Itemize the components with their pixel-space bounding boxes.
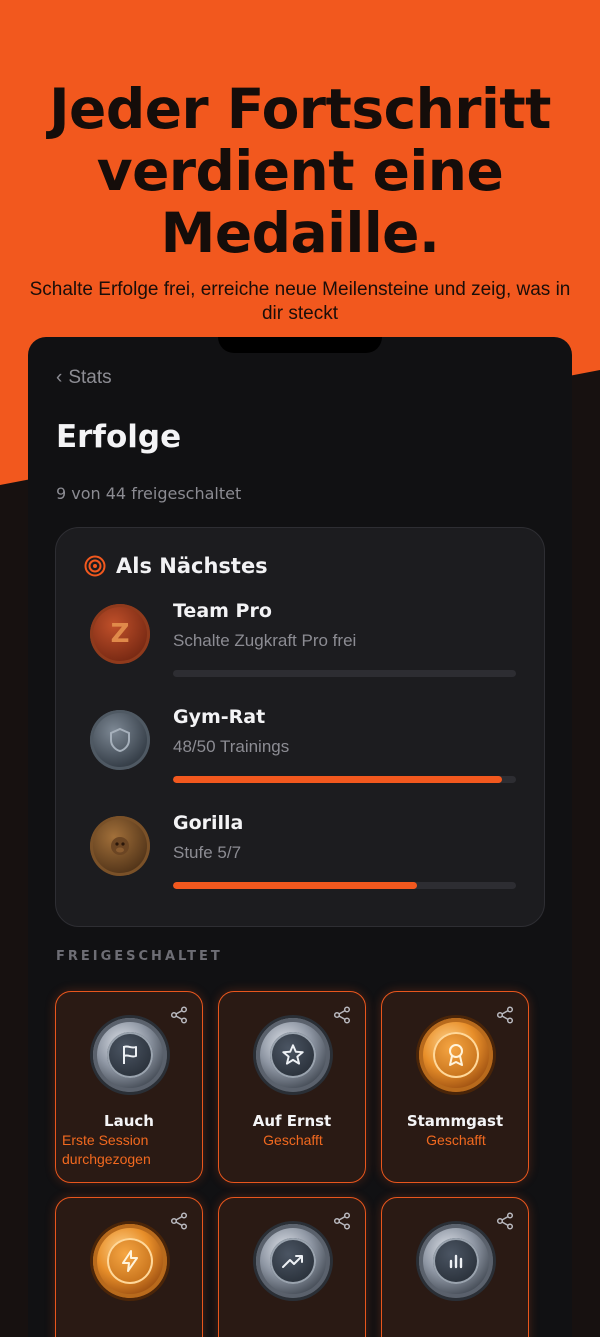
next-item[interactable]: Z Team Pro Schalte Zugkraft Pro frei: [84, 600, 524, 690]
share-icon[interactable]: [170, 1212, 188, 1230]
page-title: Erfolge: [56, 419, 182, 455]
progress-fill: [173, 882, 417, 889]
share-icon[interactable]: [496, 1212, 514, 1230]
target-icon: [84, 555, 106, 577]
silver-medal: [93, 1018, 167, 1092]
share-icon[interactable]: [496, 1006, 514, 1024]
achievement-tile-auf-ernst[interactable]: Auf Ernst Geschafft: [218, 991, 366, 1183]
tile-name: Auf Ernst: [252, 1112, 332, 1130]
flag-icon: [123, 1045, 137, 1064]
next-item-name: Gorilla: [173, 812, 244, 834]
trend-up-icon: [282, 1255, 303, 1268]
next-item-name: Team Pro: [173, 600, 272, 622]
zugkraft-medal-icon: Z: [90, 604, 150, 664]
headline: Jeder Fortschritt verdient eine Medaille…: [0, 78, 600, 264]
chevron-left-icon: ‹: [56, 367, 63, 388]
tile-name: Lauch: [104, 1112, 154, 1130]
achievement-tile[interactable]: [381, 1197, 529, 1337]
back-label: Stats: [68, 367, 112, 388]
bar-chart-icon: [449, 1254, 463, 1269]
progress-fill: [173, 776, 503, 783]
gorilla-icon: [111, 837, 129, 855]
next-item-desc: 48/50 Trainings: [173, 737, 290, 756]
gold-medal: [93, 1224, 167, 1298]
achievement-tile[interactable]: [218, 1197, 366, 1337]
next-item-name: Gym-Rat: [173, 706, 266, 728]
next-heading: Als Nächstes: [116, 554, 268, 578]
section-label-unlocked: FREIGESCHALTET: [56, 949, 223, 964]
next-item-desc: Stufe 5/7: [173, 843, 242, 862]
tile-subtitle: Geschafft: [426, 1132, 486, 1148]
shield-medal-icon: [90, 710, 150, 770]
next-item[interactable]: Gym-Rat 48/50 Trainings: [84, 706, 524, 796]
phone-screen: ‹ Stats Erfolge 9 von 44 freigeschaltet A…: [28, 337, 572, 1337]
share-icon[interactable]: [333, 1006, 351, 1024]
tile-subtitle: Geschafft: [263, 1132, 323, 1148]
headline-line-2: verdient eine: [96, 139, 504, 203]
next-achievements-card: Als Nächstes Z Team Pro Schalte Zugkraft…: [55, 527, 545, 927]
progress-bar: [173, 776, 516, 783]
subline: Schalte Erfolge frei, erreiche neue Meil…: [29, 279, 571, 324]
achievement-tile[interactable]: [55, 1197, 203, 1337]
medal-letter: Z: [110, 619, 130, 649]
silver-medal: [256, 1018, 330, 1092]
achievement-tile-lauch[interactable]: Lauch Erste Session durchgezogen: [55, 991, 203, 1183]
progress-bar: [173, 670, 516, 677]
gold-medal: [419, 1018, 493, 1092]
tile-subtitle: Erste Session durchgezogen: [62, 1132, 151, 1167]
share-icon[interactable]: [333, 1212, 351, 1230]
lightning-icon: [122, 1250, 138, 1272]
share-icon[interactable]: [170, 1006, 188, 1024]
silver-medal: [419, 1224, 493, 1298]
tile-name: Stammgast: [406, 1112, 504, 1130]
shield-icon: [110, 727, 130, 753]
star-icon: [282, 1044, 304, 1065]
next-item[interactable]: Gorilla Stufe 5/7: [84, 812, 524, 902]
phone-notch: [218, 337, 382, 353]
gorilla-medal-icon: [90, 816, 150, 876]
ribbon-icon: [449, 1044, 463, 1066]
unlocked-count: 9 von 44 freigeschaltet: [56, 484, 242, 503]
headline-line-1: Jeder Fortschritt: [49, 77, 551, 141]
headline-line-3: Medaille.: [160, 201, 440, 265]
back-button[interactable]: ‹ Stats: [56, 367, 112, 389]
achievement-tile-stammgast[interactable]: Stammgast Geschafft: [381, 991, 529, 1183]
silver-medal: [256, 1224, 330, 1298]
progress-bar: [173, 882, 516, 889]
next-header: Als Nächstes: [84, 554, 268, 578]
next-item-desc: Schalte Zugkraft Pro frei: [173, 631, 357, 650]
